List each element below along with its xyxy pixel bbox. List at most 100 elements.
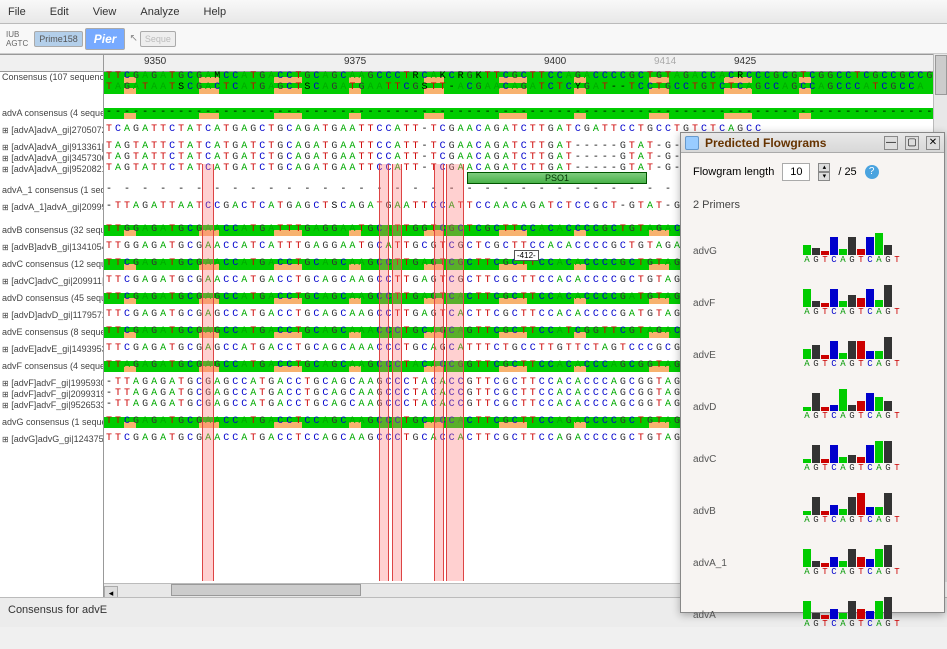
primer-row: advA_1 AGTCAGTCAGT xyxy=(693,535,932,577)
flowgram-bar xyxy=(848,237,856,255)
sequence-label[interactable]: ⊞ [advA]advA_gi|270507218| xyxy=(0,125,103,136)
primer-row: advC AGTCAGTCAGT xyxy=(693,431,932,473)
sequence-label[interactable]: advC consensus (12 sequenc xyxy=(0,259,103,270)
maximize-button[interactable]: ▢ xyxy=(905,136,919,150)
ruler-tick: 9400 xyxy=(544,56,566,67)
menu-help[interactable]: Help xyxy=(204,6,227,18)
sequence-label[interactable]: advE consensus (8 sequence xyxy=(0,327,103,338)
flowgram-bar xyxy=(803,349,811,359)
ruler-tick: 9350 xyxy=(144,56,166,67)
flowgram-length-input[interactable] xyxy=(782,163,810,181)
sequence-label[interactable]: ⊞ [advA_1]advA_gi|2099909| xyxy=(0,202,103,213)
flowgram-bar xyxy=(875,233,883,255)
menu-edit[interactable]: Edit xyxy=(50,6,69,18)
sequence-label[interactable]: ⊞ [advG]advG_gi|124375602| xyxy=(0,434,103,445)
flowgram-bar xyxy=(812,393,820,411)
menubar: File Edit View Analyze Help xyxy=(0,0,947,24)
window-titlebar[interactable]: Predicted Flowgrams — ▢ ✕ xyxy=(681,133,944,153)
sequence-label[interactable]: ⊞ [advE]advE_gi|149395306| xyxy=(0,344,103,355)
help-icon[interactable]: ? xyxy=(865,165,879,179)
primer-name: advG xyxy=(693,246,803,265)
flowgram-bar xyxy=(884,441,892,463)
sequence-label[interactable]: advD consensus (45 sequenc xyxy=(0,293,103,304)
sequence-label[interactable]: Consensus (107 sequences) xyxy=(0,72,103,83)
primer-name: advF xyxy=(693,298,803,317)
flowgram-bar xyxy=(884,545,892,567)
spinner-up[interactable]: ▴ xyxy=(818,163,830,172)
toolbar-agtc[interactable]: AGTC xyxy=(6,39,28,48)
flowgram-bar xyxy=(848,341,856,359)
flowgram-bar xyxy=(884,285,892,307)
toolbar: IUB AGTC Prime158 Pier ↖ Seque xyxy=(0,24,947,54)
sequence-label[interactable]: ⊞ [advF]advF_gi|9526533|re xyxy=(0,400,103,411)
sequence-labels-pane: Consensus (107 sequences) advA consensus … xyxy=(0,54,104,597)
status-text: Consensus for advE xyxy=(8,604,107,616)
scrollbar-thumb[interactable] xyxy=(935,55,947,95)
primer-name: advD xyxy=(693,402,803,421)
flowgram-bar xyxy=(875,397,883,411)
sequence-label[interactable]: ⊞ [advF]advF_gi|199593012| xyxy=(0,378,103,389)
sequence-label[interactable]: ⊞ [advB]advB_gi|134105495| xyxy=(0,242,103,253)
scrollbar-thumb[interactable] xyxy=(171,584,361,596)
flowgram-bar xyxy=(857,557,865,567)
flowgram-bar xyxy=(866,289,874,307)
sequence-label[interactable]: ⊞ [advF]advF_gi|209931921| xyxy=(0,389,103,400)
flowgram-length-spinner[interactable]: ▴ ▾ xyxy=(818,163,830,181)
flowgram-bar xyxy=(884,597,892,619)
flowgram-bar xyxy=(866,393,874,411)
menu-view[interactable]: View xyxy=(93,6,117,18)
ruler-tick: 9414 xyxy=(654,56,676,67)
flowgram-bar xyxy=(866,237,874,255)
sequence-label[interactable]: ⊞ [advC]advC_gi|209911|gb xyxy=(0,276,103,287)
position-ruler[interactable]: 9350 9375 9400 9414 9425 xyxy=(104,54,947,72)
position-marker-412: -412- xyxy=(514,250,539,261)
primer-name: advA xyxy=(693,610,803,629)
sequence-label[interactable]: advF consensus (4 sequence xyxy=(0,361,103,372)
primer-row: advF AGTCAGTCAGT xyxy=(693,275,932,317)
flowgram-bar xyxy=(857,401,865,411)
minimize-button[interactable]: — xyxy=(884,136,898,150)
flowgram-bar xyxy=(830,237,838,255)
ruler-tick: 9425 xyxy=(734,56,756,67)
sequence-row[interactable]: TAGATAATSCGACTCATGAGCTSCAGATGAATTCGSTT-A… xyxy=(104,83,947,94)
flowgram-bar xyxy=(875,601,883,619)
pso1-marker[interactable]: PSO1 xyxy=(467,172,647,184)
sequence-row[interactable]: ----------------------------------------… xyxy=(104,108,947,119)
toolbar-prime158[interactable]: Prime158 xyxy=(34,31,83,47)
sequence-label[interactable]: advA consensus (4 sequence xyxy=(0,108,103,119)
flowgram-bar xyxy=(848,295,856,307)
flowgram-bar xyxy=(803,549,811,567)
flowgram-bar xyxy=(875,507,883,515)
flowgram-bar xyxy=(830,557,838,567)
flowgram-bar xyxy=(875,549,883,567)
sequence-label[interactable]: advA_1 consensus (1 sequen xyxy=(0,185,103,196)
sequence-label[interactable]: ⊞ [advD]advD_gi|117957257| xyxy=(0,310,103,321)
sequence-label[interactable]: advB consensus (32 sequenc xyxy=(0,225,103,236)
flowgram-bar xyxy=(866,445,874,463)
menu-file[interactable]: File xyxy=(8,6,26,18)
flowgram-bar xyxy=(812,248,820,255)
flowgram-bar xyxy=(848,497,856,515)
primer-row: advB AGTCAGTCAGT xyxy=(693,483,932,525)
spinner-down[interactable]: ▾ xyxy=(818,172,830,181)
flowgram-bar xyxy=(884,337,892,359)
flowgram-bar xyxy=(803,245,811,255)
flowgram-bar xyxy=(812,497,820,515)
sequence-label[interactable]: ⊞ [advA]advA_gi|913361|em xyxy=(0,142,103,153)
sequence-label[interactable]: ⊞ [advA]advA_gi|9520821|re xyxy=(0,164,103,175)
flowgram-bar xyxy=(857,298,865,307)
primer-name: advC xyxy=(693,454,803,473)
sequence-label[interactable] xyxy=(0,83,103,94)
sequence-label[interactable]: ⊞ [advA]advA_gi|34573061| xyxy=(0,153,103,164)
java-icon xyxy=(685,136,699,150)
toolbar-pier[interactable]: Pier xyxy=(85,28,126,50)
flowgram-bar xyxy=(857,609,865,619)
predicted-flowgrams-window[interactable]: Predicted Flowgrams — ▢ ✕ Flowgram lengt… xyxy=(680,132,945,613)
toolbar-seq[interactable]: Seque xyxy=(140,31,176,47)
sequence-label[interactable]: advG consensus (1 sequence xyxy=(0,417,103,428)
window-title: Predicted Flowgrams xyxy=(705,136,877,150)
menu-analyze[interactable]: Analyze xyxy=(140,6,179,18)
close-button[interactable]: ✕ xyxy=(926,136,940,150)
scroll-left-button[interactable]: ◂ xyxy=(104,586,118,597)
toolbar-iub[interactable]: IUB xyxy=(6,30,28,39)
